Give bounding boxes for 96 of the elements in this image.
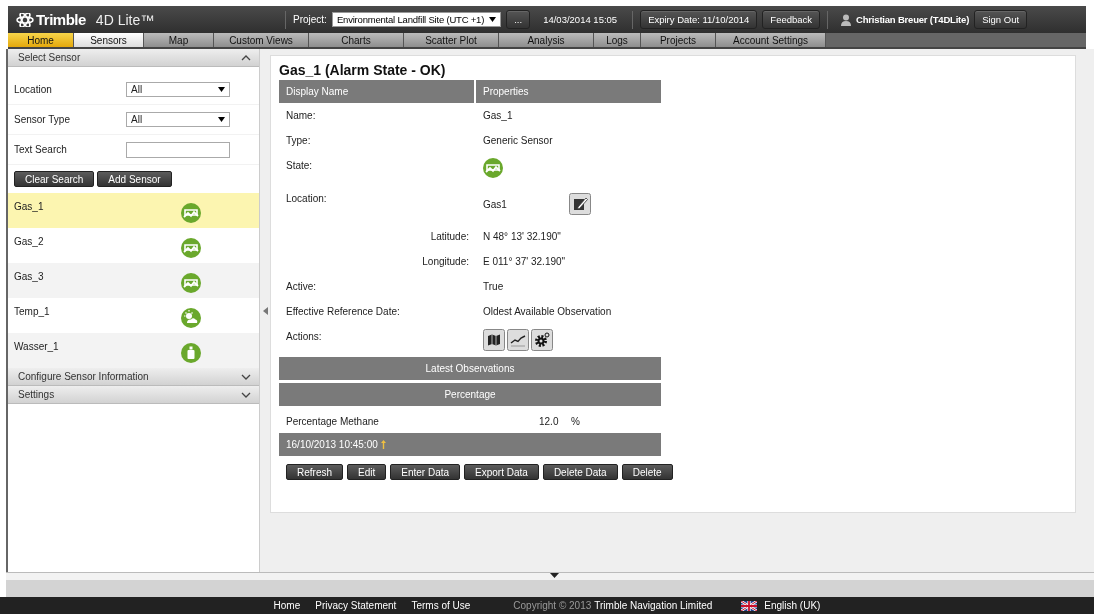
observation-unit: % [571, 415, 580, 427]
nav-tab[interactable]: Sensors [74, 33, 144, 47]
user-name: Christian Breuer (T4DLite) [856, 14, 970, 25]
property-label: Longitude: [422, 256, 469, 267]
sensor-title: Gas_1 (Alarm State - OK) [279, 62, 447, 78]
property-label: Latitude: [430, 231, 469, 242]
observation-name: Percentage Methane [286, 415, 380, 427]
dropdown[interactable]: All [126, 112, 230, 127]
property-label: Type: [286, 135, 311, 146]
footer-link[interactable]: Privacy Statement [315, 600, 397, 611]
action-button[interactable]: Add Sensor [97, 171, 172, 187]
property-label: Active: [286, 281, 316, 292]
gauge-sensor-icon [181, 238, 201, 258]
accordion-title: Settings [18, 389, 55, 400]
expand-chevron-icon[interactable] [241, 391, 251, 398]
property-label: Actions: [286, 331, 322, 342]
user-icon [841, 13, 852, 26]
action-button[interactable]: Clear Search [14, 171, 95, 187]
copyright-text: Copyright © 2013 [513, 600, 592, 611]
gauge-sensor-icon [483, 158, 503, 178]
language-selector[interactable]: English (UK) [764, 600, 821, 611]
sun-cloud-icon [181, 308, 201, 328]
nav-tab[interactable]: Home [8, 33, 74, 47]
footer-link[interactable]: Terms of Use [411, 600, 471, 611]
column-header: Properties [476, 80, 661, 103]
property-value: True [483, 281, 504, 292]
search-field[interactable] [126, 141, 230, 158]
nav-tab[interactable]: Logs [594, 33, 641, 47]
up-arrow-icon [380, 440, 386, 449]
dropdown-arrow-icon [218, 117, 225, 122]
property-label: State: [286, 160, 313, 171]
collapse-arrow-icon[interactable] [262, 306, 268, 315]
property-label: Location: [286, 193, 327, 204]
edit-button-icon[interactable] [569, 193, 591, 215]
project-label: Project: [293, 14, 327, 25]
nav-tab[interactable]: Scatter Plot [404, 33, 499, 47]
accordion-header[interactable]: Settings [8, 386, 259, 404]
column-header: Display Name [279, 80, 476, 103]
accordion-header[interactable]: Configure Sensor Information [8, 368, 259, 386]
filter-label: Sensor Type [14, 114, 71, 125]
expiry-date-button[interactable]: Expiry Date: 11/10/2014 [640, 10, 758, 29]
nav-tab[interactable]: Account Settings [716, 33, 826, 47]
action-button[interactable]: Delete [621, 464, 673, 480]
action-button[interactable]: Enter Data [390, 464, 461, 480]
nav-tab[interactable]: Analysis [499, 33, 594, 47]
gauge-sensor-icon [181, 203, 201, 223]
date-time: 14/03/2014 15:05 [543, 14, 618, 25]
action-button[interactable]: Delete Data [542, 464, 618, 480]
collapse-chevron-icon[interactable] [241, 54, 251, 61]
product-name: 4D Lite™ [95, 11, 155, 28]
accordion-title: Configure Sensor Information [18, 371, 149, 382]
property-value: N 48° 13' 32.190" [483, 231, 561, 242]
chart-button-icon[interactable] [507, 329, 529, 351]
more-button[interactable]: ... [506, 10, 531, 29]
dropdown-arrow-icon [489, 17, 497, 22]
trimble-logo-icon [16, 12, 34, 27]
settings-button-icon[interactable] [531, 329, 553, 351]
nav-tab[interactable]: Custom Views [214, 33, 309, 47]
nav-tab[interactable]: Charts [309, 33, 404, 47]
filter-label: Text Search [14, 144, 68, 155]
accordion-header[interactable]: Select Sensor [8, 49, 259, 67]
sensor-list-item[interactable]: Gas_1 [8, 193, 259, 228]
expand-chevron-icon[interactable] [241, 373, 251, 380]
filter-label: Location [14, 84, 53, 95]
property-value: Oldest Available Observation [483, 306, 612, 317]
brand-name: Trimble [36, 11, 86, 28]
project-select[interactable]: Environmental Landfill Site (UTC +1) [331, 12, 502, 27]
sensor-list-item[interactable]: Gas_3 [8, 263, 259, 298]
flag-icon [741, 600, 758, 611]
property-label: Effective Reference Date: [286, 306, 400, 317]
sign-out-button[interactable]: Sign Out [974, 10, 1028, 29]
expand-arrow-icon[interactable] [549, 573, 559, 578]
company-name: Trimble Navigation Limited [594, 600, 713, 611]
bottle-icon [181, 343, 201, 363]
property-value: Gas1 [483, 199, 508, 210]
map-button-icon[interactable] [483, 329, 505, 351]
property-value: Gas_1 [483, 110, 513, 121]
sensor-list-item[interactable]: Wasser_1 [8, 333, 259, 368]
dropdown[interactable]: All [126, 82, 230, 97]
gauge-sensor-icon [181, 273, 201, 293]
footer-link[interactable]: Home [273, 600, 301, 611]
property-value: Generic Sensor [483, 135, 553, 146]
action-button[interactable]: Export Data [464, 464, 539, 480]
dropdown-arrow-icon [218, 87, 225, 92]
feedback-button[interactable]: Feedback [762, 10, 821, 29]
nav-tab[interactable]: Map [144, 33, 214, 47]
property-value: E 011° 37' 32.190" [483, 256, 566, 267]
accordion-title: Select Sensor [18, 52, 81, 63]
section-header: Percentage [279, 383, 661, 406]
timestamp: 16/10/2013 10:45:00 [286, 439, 378, 450]
action-button[interactable]: Edit [347, 464, 387, 480]
nav-tab[interactable]: Projects [641, 33, 716, 47]
section-header: Latest Observations [279, 357, 661, 380]
action-button[interactable]: Refresh [286, 464, 343, 480]
property-label: Name: [286, 110, 316, 121]
observation-value: 12.0 [539, 415, 560, 427]
